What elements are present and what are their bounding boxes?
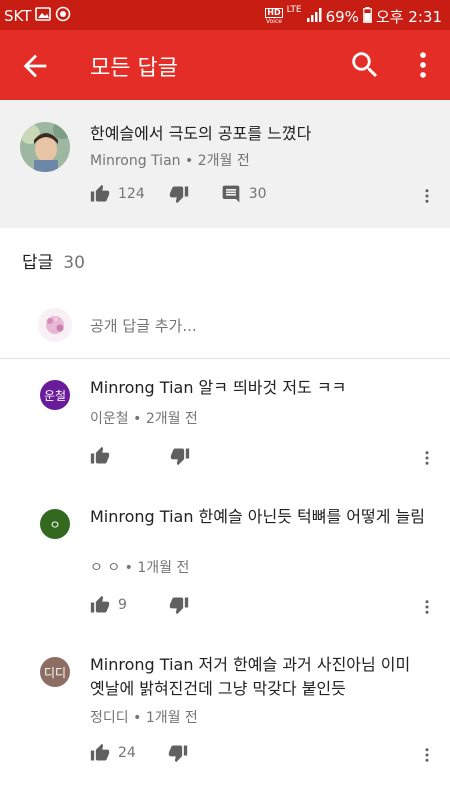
reply-author-name[interactable]: 정디디 [90, 710, 129, 726]
more-vert-icon [425, 748, 429, 762]
carrier-label: SKT [4, 7, 32, 25]
meta-separator: • [124, 560, 138, 576]
reply-age: 1개월 전 [145, 710, 198, 726]
thumb-up-icon [90, 743, 110, 761]
like-count: 24 [118, 745, 136, 761]
thumb-down-icon [169, 597, 189, 615]
more-options-button[interactable] [406, 48, 440, 82]
divider [0, 358, 450, 359]
original-comment-age: 2개월 전 [197, 153, 250, 169]
thumb-down-icon [168, 745, 187, 763]
back-button[interactable] [18, 49, 52, 83]
reply-more-button[interactable] [418, 745, 436, 769]
original-comment-meta: Minrong Tian • 2개월 전 [90, 150, 250, 170]
original-author-avatar[interactable] [20, 122, 70, 172]
signal-icon [306, 7, 322, 27]
dislike-button[interactable] [168, 743, 188, 763]
meta-separator: • [133, 411, 146, 427]
meta-separator: • [184, 153, 198, 169]
thumb-up-icon [90, 446, 110, 464]
reply-count: 30 [248, 186, 267, 202]
replies-header: 답글 30 [22, 248, 85, 273]
reply-author-avatar[interactable]: 운철 [40, 380, 70, 410]
thumb-up-icon [90, 184, 110, 202]
search-button[interactable] [348, 48, 382, 82]
reply-more-button[interactable] [418, 448, 436, 472]
reply-meta: 이운철 • 2개월 전 [90, 408, 198, 428]
thumb-up-icon [90, 595, 110, 613]
app-bar: 모든 답글 [0, 30, 450, 100]
reply-author-avatar[interactable]: 디디 [40, 657, 70, 687]
reply-count-button[interactable]: 30 [221, 184, 267, 204]
reply-actions: 9 [90, 595, 189, 615]
reply-meta: 정디디 • 1개월 전 [90, 707, 198, 727]
like-button[interactable] [90, 446, 110, 466]
gallery-notification-icon [35, 7, 52, 25]
more-vert-icon [425, 451, 429, 465]
sync-notification-icon [55, 6, 71, 26]
like-button[interactable]: 9 [90, 595, 127, 615]
clock: 오후 2:31 [375, 8, 442, 26]
like-count: 124 [118, 186, 145, 202]
add-reply-input[interactable]: 공개 답글 추가... [90, 315, 197, 336]
lte-label: LTE [286, 5, 302, 15]
thumb-down-icon [169, 186, 188, 204]
reply-author-avatar[interactable]: ㅇ [40, 509, 70, 539]
reply-more-button[interactable] [418, 597, 436, 621]
replies-count: 30 [63, 253, 85, 273]
original-comment-actions: 124 30 [90, 184, 267, 204]
current-user-avatar [38, 308, 72, 342]
original-comment: 한예슬에서 극도의 공포를 느꼈다 Minrong Tian • 2개월 전 1… [0, 100, 450, 228]
original-comment-more-button[interactable] [418, 186, 436, 210]
like-count: 9 [118, 597, 127, 613]
reply-age: 2개월 전 [145, 411, 198, 427]
reply-author-name[interactable]: 이운철 [90, 411, 129, 427]
reply-age: 1개월 전 [137, 560, 190, 576]
original-comment-text: 한예슬에서 극도의 공포를 느꼈다 [90, 124, 312, 143]
battery-percent: 69% [325, 7, 359, 26]
status-bar: SKT HD Voice LTE 69% 오후 2:31 [0, 0, 450, 30]
dislike-button[interactable] [169, 595, 189, 615]
more-vert-icon [425, 600, 429, 614]
page-title: 모든 답글 [90, 56, 178, 81]
replies-label: 답글 [22, 253, 54, 273]
dislike-button[interactable] [169, 184, 189, 204]
add-reply-row[interactable]: 공개 답글 추가... [0, 296, 450, 356]
like-button[interactable]: 24 [90, 743, 136, 763]
dislike-button[interactable] [170, 446, 190, 466]
like-button[interactable]: 124 [90, 184, 145, 204]
more-vert-icon [420, 52, 426, 78]
more-vert-icon [425, 189, 429, 203]
reply-text: Minrong Tian 알ㅋ 띄바것 저도 ㅋㅋ [90, 378, 347, 397]
reply-meta: ㅇ ㅇ • 1개월 전 [90, 557, 189, 577]
arrow-back-icon [23, 54, 47, 78]
comment-icon [222, 185, 240, 203]
reply-text: Minrong Tian 한예슬 아닌듯 턱뼈를 어떻게 늘림 [90, 507, 425, 526]
reply-author-name[interactable]: ㅇ ㅇ [90, 560, 120, 576]
thumb-down-icon [170, 448, 190, 466]
meta-separator: • [133, 710, 146, 726]
hd-voice-icon: HD Voice [265, 7, 283, 25]
original-author-name[interactable]: Minrong Tian [90, 153, 181, 169]
reply-text: Minrong Tian 저거 한예슬 과거 사진아님 이미 옛날에 밝혀진건데… [90, 655, 411, 698]
search-icon [352, 52, 378, 78]
reply-actions [90, 446, 190, 466]
battery-icon [363, 6, 372, 27]
reply-actions: 24 [90, 743, 188, 763]
